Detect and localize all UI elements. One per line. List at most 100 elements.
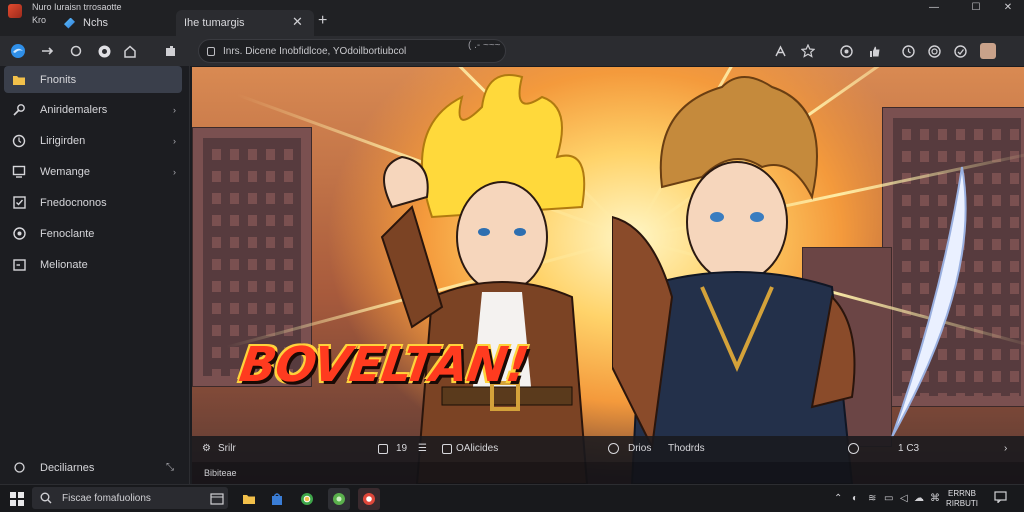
chrome-app-icon[interactable]	[296, 488, 318, 510]
notification-icon[interactable]	[994, 491, 1007, 506]
tray-chevron-icon[interactable]: ⌃	[834, 493, 842, 504]
lock-icon	[207, 46, 215, 56]
green-app-icon[interactable]	[328, 488, 350, 510]
account-circle-icon[interactable]	[96, 43, 112, 59]
chevron-right-icon[interactable]: ›	[1004, 443, 1007, 454]
puzzle-icon	[12, 103, 26, 117]
account-icon[interactable]	[838, 43, 854, 59]
taskbar: Fiscae fomafuolions ⌃ ◐ ≋ ▭ ◁ ☁ ⌘ ERRNB …	[0, 484, 1024, 512]
chevron-right-icon: ›	[173, 135, 176, 146]
status-bar: Bibiteae	[192, 462, 1024, 484]
media-left-label[interactable]: Srilr	[218, 443, 236, 454]
volume-icon[interactable]: ◁	[900, 493, 908, 504]
bookmark-star-icon[interactable]	[800, 43, 816, 59]
browser-logo-icon[interactable]	[10, 43, 26, 59]
tab-1-label: Nchs	[83, 17, 109, 29]
store-app-icon[interactable]	[266, 488, 288, 510]
sidebar-item-melionate[interactable]: Melionate	[4, 251, 182, 278]
update-icon[interactable]	[952, 43, 968, 59]
tab-favicon-icon	[64, 17, 75, 29]
forward-icon[interactable]	[40, 43, 56, 59]
media-list-icon[interactable]: ☰	[418, 443, 427, 454]
media-settings-icon[interactable]: ⚙	[202, 443, 211, 454]
cloud-icon[interactable]: ☁	[914, 493, 924, 504]
language-icon[interactable]: ⌘	[930, 493, 940, 504]
sidebar-item-label: Lirigirden	[40, 134, 86, 147]
address-trail: ( .- ~~~	[468, 40, 501, 51]
settings-icon[interactable]	[926, 43, 942, 59]
compass-icon	[12, 134, 26, 148]
taskbar-search-input[interactable]: Fiscae fomafuolions	[32, 487, 228, 509]
media-mid-value: Thodrds	[668, 443, 705, 454]
tab-2-label: Ihe tumargis	[184, 17, 245, 29]
minimize-button[interactable]: —	[916, 2, 952, 16]
chevron-right-icon: ›	[173, 166, 176, 177]
thumbs-up-icon[interactable]	[866, 43, 882, 59]
translate-icon[interactable]	[772, 43, 788, 59]
media-control-bar: ⚙ Srilr 19 ☰ OAlicides Drios Thodrds 1 C…	[192, 436, 1024, 462]
checkbox-icon	[12, 196, 26, 210]
monitor-icon	[12, 165, 26, 179]
media-pill-a[interactable]: 19	[396, 443, 407, 454]
task-view-icon[interactable]	[206, 488, 228, 510]
checkbox-icon[interactable]	[442, 444, 452, 454]
folder-icon	[12, 73, 26, 87]
address-bar[interactable]: Inrs. Dicene Inobfidlcoe, YOdoilbortiubc…	[198, 39, 506, 63]
wifi-icon[interactable]: ≋	[868, 493, 876, 504]
clock-time: ERRNB	[947, 489, 976, 498]
search-placeholder: Fiscae fomafuolions	[62, 492, 151, 504]
maximize-button[interactable]: ☐	[958, 2, 994, 16]
active-app-icon[interactable]	[358, 488, 380, 510]
refresh-icon[interactable]	[68, 43, 84, 59]
sidebar-item-label: Fnonits	[40, 73, 77, 86]
extension-icon[interactable]	[162, 43, 178, 59]
sidebar: Fnonits Aniridemalers › Lirigirden › Wem…	[0, 66, 190, 484]
history-icon[interactable]	[900, 43, 916, 59]
network-icon[interactable]: ◐	[852, 493, 858, 504]
media-right-value: 1 C3	[898, 443, 920, 454]
tab-1[interactable]: Nchs	[56, 10, 176, 36]
search-icon	[40, 492, 52, 504]
content-artwork: BOVELTAN!	[192, 67, 1024, 484]
profile-avatar-icon[interactable]	[980, 43, 996, 59]
download-icon	[14, 462, 25, 476]
sidebar-item-fnedocnonos[interactable]: Fnedocnonos	[4, 189, 182, 216]
sidebar-item-aniridemalers[interactable]: Aniridemalers ›	[4, 96, 182, 123]
radio-icon	[12, 227, 26, 241]
tab-close-icon[interactable]: ✕	[292, 14, 303, 30]
battery-icon[interactable]: ▭	[884, 493, 893, 504]
media-mid-label[interactable]: Drios	[628, 443, 651, 454]
collapse-icon[interactable]: ⤡	[166, 462, 174, 473]
home-icon[interactable]	[122, 43, 138, 59]
title-bar: Nuro Iuraisn trrosaotte Kro Nchs Ihe tum…	[0, 0, 1024, 36]
sidebar-item-fenoclante[interactable]: Fenoclante	[4, 220, 182, 247]
screen-icon	[12, 258, 26, 272]
timer-icon[interactable]	[848, 443, 859, 454]
address-text: Inrs. Dicene Inobfidlcoe, YOdoilbortiubc…	[223, 45, 407, 57]
sidebar-item-label: Melionate	[40, 258, 88, 271]
sidebar-item-wemange[interactable]: Wemange ›	[4, 158, 182, 185]
checkbox-icon[interactable]	[378, 444, 388, 454]
new-tab-button[interactable]: +	[318, 12, 327, 30]
app-subtitle: Kro	[32, 15, 47, 25]
browser-toolbar: Inrs. Dicene Inobfidlcoe, YOdoilbortiubc…	[0, 36, 1024, 66]
media-pill-b[interactable]: OAlicides	[456, 443, 498, 454]
sidebar-item-fnonits[interactable]: Fnonits	[4, 66, 182, 93]
sidebar-item-lirigirden[interactable]: Lirigirden ›	[4, 127, 182, 154]
sidebar-item-label: Wemange	[40, 165, 90, 178]
sidebar-bottom-item[interactable]: Deciliarnes	[40, 462, 94, 474]
explorer-app-icon[interactable]	[238, 488, 260, 510]
record-icon[interactable]	[608, 443, 619, 454]
windows-start-icon[interactable]	[10, 492, 24, 506]
sidebar-item-label: Fenoclante	[40, 227, 95, 240]
sidebar-item-label: Aniridemalers	[40, 103, 108, 116]
app-logo-icon	[8, 4, 22, 18]
taskbar-clock[interactable]: ERRNB RIRBUTI	[946, 489, 978, 509]
close-window-button[interactable]: ✕	[990, 2, 1024, 16]
chevron-right-icon: ›	[173, 104, 176, 115]
sidebar-item-label: Fnedocnonos	[40, 196, 107, 209]
character-blond	[380, 74, 589, 484]
sword-blade	[891, 166, 967, 438]
artwork-title: BOVELTAN!	[236, 337, 532, 393]
clock-date: RIRBUTI	[946, 499, 978, 508]
